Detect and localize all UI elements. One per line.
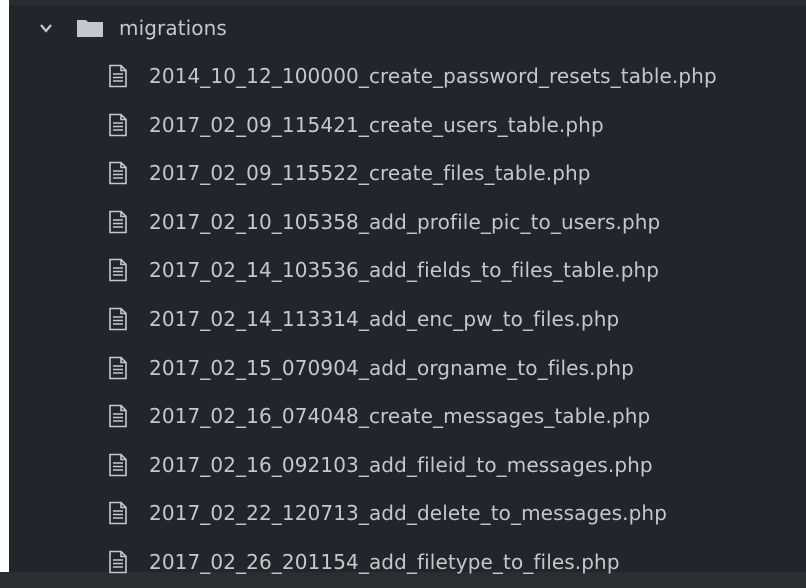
file-name: 2017_02_16_092103_add_fileid_to_messages… [149,452,653,477]
file-name: 2017_02_09_115522_create_files_table.php [149,161,591,186]
chevron-down-icon[interactable] [39,20,53,34]
file-text-icon [108,404,128,428]
file-list: 2014_10_12_100000_create_password_resets… [9,53,806,588]
file-name: 2014_10_12_100000_create_password_resets… [149,64,717,88]
window-edge [0,0,9,572]
file-name: 2017_02_22_120713_add_delete_to_messages… [149,501,668,526]
folder-icon [76,18,104,38]
folder-row-migrations[interactable]: migrations [9,7,806,51]
file-tree: migrations 2014_10_12_100000_create_pass… [9,5,806,574]
file-row[interactable]: 2017_02_16_092103_add_fileid_to_messages… [9,442,806,491]
file-row[interactable]: 2017_02_16_074048_create_messages_table.… [9,393,806,442]
file-name: 2017_02_09_115421_create_users_table.php [149,112,604,137]
file-name: 2017_02_15_070904_add_orgname_to_files.p… [149,355,634,380]
folder-name: migrations [119,16,227,40]
file-row[interactable]: 2017_02_09_115421_create_users_table.php [9,102,806,151]
file-row[interactable]: 2017_02_10_105358_add_profile_pic_to_use… [9,199,806,248]
file-row[interactable]: 2017_02_15_070904_add_orgname_to_files.p… [9,345,806,394]
file-text-icon [108,113,128,137]
file-row[interactable]: 2014_10_12_100000_create_password_resets… [9,53,806,102]
file-text-icon [108,210,128,234]
file-row[interactable]: 2017_02_14_113314_add_enc_pw_to_files.ph… [9,296,806,345]
file-text-icon [108,550,128,574]
file-text-icon [108,453,128,477]
file-text-icon [108,64,128,88]
file-name: 2017_02_14_103536_add_fields_to_files_ta… [149,258,660,283]
file-row[interactable]: 2017_02_09_115522_create_files_table.php [9,150,806,199]
file-row[interactable]: 2017_02_26_201154_add_filetype_to_files.… [9,539,806,588]
file-text-icon [108,501,128,525]
file-name: 2017_02_26_201154_add_filetype_to_files.… [149,549,620,574]
file-name: 2017_02_10_105358_add_profile_pic_to_use… [149,209,661,234]
file-row[interactable]: 2017_02_22_120713_add_delete_to_messages… [9,490,806,539]
file-text-icon [108,356,128,380]
editor-window: migrations 2014_10_12_100000_create_pass… [0,0,806,574]
file-text-icon [108,161,128,185]
file-name: 2017_02_14_113314_add_enc_pw_to_files.ph… [149,306,620,331]
file-row[interactable]: 2017_02_14_103536_add_fields_to_files_ta… [9,247,806,296]
file-text-icon [108,307,128,331]
file-name: 2017_02_16_074048_create_messages_table.… [149,404,651,429]
file-text-icon [108,258,128,282]
